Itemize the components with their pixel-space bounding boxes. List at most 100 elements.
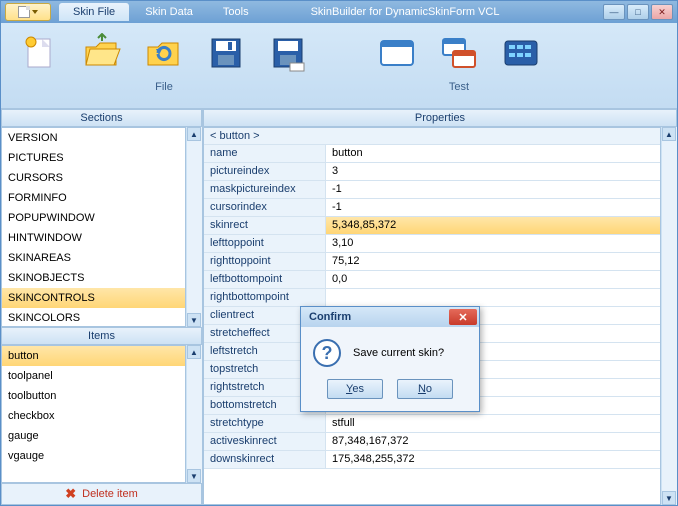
property-row[interactable]: leftbottompoint0,0 xyxy=(204,271,660,289)
list-item[interactable]: vgauge xyxy=(2,446,185,466)
open-file-button[interactable] xyxy=(78,29,126,77)
items-list[interactable]: buttontoolpaneltoolbuttoncheckboxgaugevg… xyxy=(1,345,186,483)
list-item[interactable]: PICTURES xyxy=(2,148,185,168)
property-value[interactable]: 0,0 xyxy=(326,271,660,288)
list-item[interactable]: POPUPWINDOW xyxy=(2,208,185,228)
property-value[interactable] xyxy=(326,289,660,306)
document-icon xyxy=(18,6,30,18)
delete-item-button[interactable]: ✖ Delete item xyxy=(1,483,202,505)
no-button[interactable]: No xyxy=(397,379,453,399)
scroll-up-button[interactable]: ▲ xyxy=(187,127,201,141)
property-value[interactable]: stfull xyxy=(326,415,660,432)
save-as-icon xyxy=(268,33,308,73)
maximize-button[interactable]: □ xyxy=(627,4,649,20)
property-name: stretchtype xyxy=(204,415,326,432)
property-row[interactable]: righttoppoint75,12 xyxy=(204,253,660,271)
property-value[interactable]: 5,348,85,372 xyxy=(326,217,660,234)
sections-list[interactable]: VERSIONPICTURESCURSORSFORMINFOPOPUPWINDO… xyxy=(1,127,186,327)
test-controls-button[interactable] xyxy=(497,29,545,77)
list-item[interactable]: checkbox xyxy=(2,406,185,426)
breadcrumb[interactable]: < button > xyxy=(204,128,660,145)
property-name: lefttoppoint xyxy=(204,235,326,252)
property-row[interactable]: lefttoppoint3,10 xyxy=(204,235,660,253)
dialog-message: Save current skin? xyxy=(353,347,444,359)
windows-cascade-icon xyxy=(439,33,479,73)
list-item[interactable]: HINTWINDOW xyxy=(2,228,185,248)
tab-skin-file[interactable]: Skin File xyxy=(59,3,129,21)
window-icon xyxy=(377,33,417,73)
scroll-down-button[interactable]: ▼ xyxy=(187,469,201,483)
controls-panel-icon xyxy=(501,33,541,73)
property-value[interactable]: 175,348,255,372 xyxy=(326,451,660,468)
property-value[interactable]: button xyxy=(326,145,660,162)
scrollbar[interactable]: ▲ ▼ xyxy=(661,127,677,505)
property-name: rightbottompoint xyxy=(204,289,326,306)
minimize-button[interactable]: — xyxy=(603,4,625,20)
property-row[interactable]: downskinrect175,348,255,372 xyxy=(204,451,660,469)
test-window-button[interactable] xyxy=(373,29,421,77)
property-value[interactable]: -1 xyxy=(326,199,660,216)
property-row[interactable]: namebutton xyxy=(204,145,660,163)
test-windows-button[interactable] xyxy=(435,29,483,77)
scroll-up-button[interactable]: ▲ xyxy=(662,127,676,141)
list-item[interactable]: SKINCONTROLS xyxy=(2,288,185,308)
property-name: name xyxy=(204,145,326,162)
property-row[interactable]: stretchtypestfull xyxy=(204,415,660,433)
list-item[interactable]: SKINCOLORS xyxy=(2,308,185,327)
list-item[interactable]: FORMINFO xyxy=(2,188,185,208)
new-file-button[interactable] xyxy=(16,29,64,77)
dialog-title: Confirm xyxy=(309,311,351,323)
property-name: maskpictureindex xyxy=(204,181,326,198)
save-icon xyxy=(206,33,246,73)
sections-header: Sections xyxy=(1,109,202,127)
list-item[interactable]: toolbutton xyxy=(2,386,185,406)
property-row[interactable]: cursorindex-1 xyxy=(204,199,660,217)
dialog-close-button[interactable]: ✕ xyxy=(449,309,477,325)
folder-open-icon xyxy=(82,33,122,73)
property-value[interactable]: 87,348,167,372 xyxy=(326,433,660,450)
scroll-up-button[interactable]: ▲ xyxy=(187,345,201,359)
refresh-icon xyxy=(144,33,184,73)
close-button[interactable]: ✕ xyxy=(651,4,673,20)
window-title: SkinBuilder for DynamicSkinForm VCL xyxy=(311,6,500,18)
app-menu-button[interactable] xyxy=(5,3,51,21)
list-item[interactable]: button xyxy=(2,346,185,366)
property-row[interactable]: activeskinrect87,348,167,372 xyxy=(204,433,660,451)
new-file-icon xyxy=(20,33,60,73)
list-item[interactable]: toolpanel xyxy=(2,366,185,386)
property-value[interactable]: 3,10 xyxy=(326,235,660,252)
list-item[interactable]: SKINAREAS xyxy=(2,248,185,268)
list-item[interactable]: VERSION xyxy=(2,128,185,148)
property-name: cursorindex xyxy=(204,199,326,216)
property-row[interactable]: pictureindex3 xyxy=(204,163,660,181)
property-row[interactable]: skinrect5,348,85,372 xyxy=(204,217,660,235)
yes-button[interactable]: Yes xyxy=(327,379,383,399)
items-header: Items xyxy=(1,327,202,345)
property-name: righttoppoint xyxy=(204,253,326,270)
property-name: pictureindex xyxy=(204,163,326,180)
property-name: activeskinrect xyxy=(204,433,326,450)
property-value[interactable]: 3 xyxy=(326,163,660,180)
scroll-down-button[interactable]: ▼ xyxy=(662,491,676,505)
save-button[interactable] xyxy=(202,29,250,77)
ribbon-group-label: Test xyxy=(449,81,469,93)
property-row[interactable]: maskpictureindex-1 xyxy=(204,181,660,199)
refresh-button[interactable] xyxy=(140,29,188,77)
property-value[interactable]: -1 xyxy=(326,181,660,198)
tab-skin-data[interactable]: Skin Data xyxy=(131,3,207,21)
properties-header: Properties xyxy=(203,109,677,127)
list-item[interactable]: SKINOBJECTS xyxy=(2,268,185,288)
property-name: skinrect xyxy=(204,217,326,234)
question-icon: ? xyxy=(313,339,341,367)
property-name: downskinrect xyxy=(204,451,326,468)
tab-tools[interactable]: Tools xyxy=(209,3,263,21)
save-as-button[interactable] xyxy=(264,29,312,77)
list-item[interactable]: CURSORS xyxy=(2,168,185,188)
scrollbar[interactable]: ▲ ▼ xyxy=(186,127,202,327)
scroll-down-button[interactable]: ▼ xyxy=(187,313,201,327)
list-item[interactable]: gauge xyxy=(2,426,185,446)
property-value[interactable]: 75,12 xyxy=(326,253,660,270)
scrollbar[interactable]: ▲ ▼ xyxy=(186,345,202,483)
confirm-dialog: Confirm ✕ ? Save current skin? Yes No xyxy=(300,306,480,412)
property-row[interactable]: rightbottompoint xyxy=(204,289,660,307)
